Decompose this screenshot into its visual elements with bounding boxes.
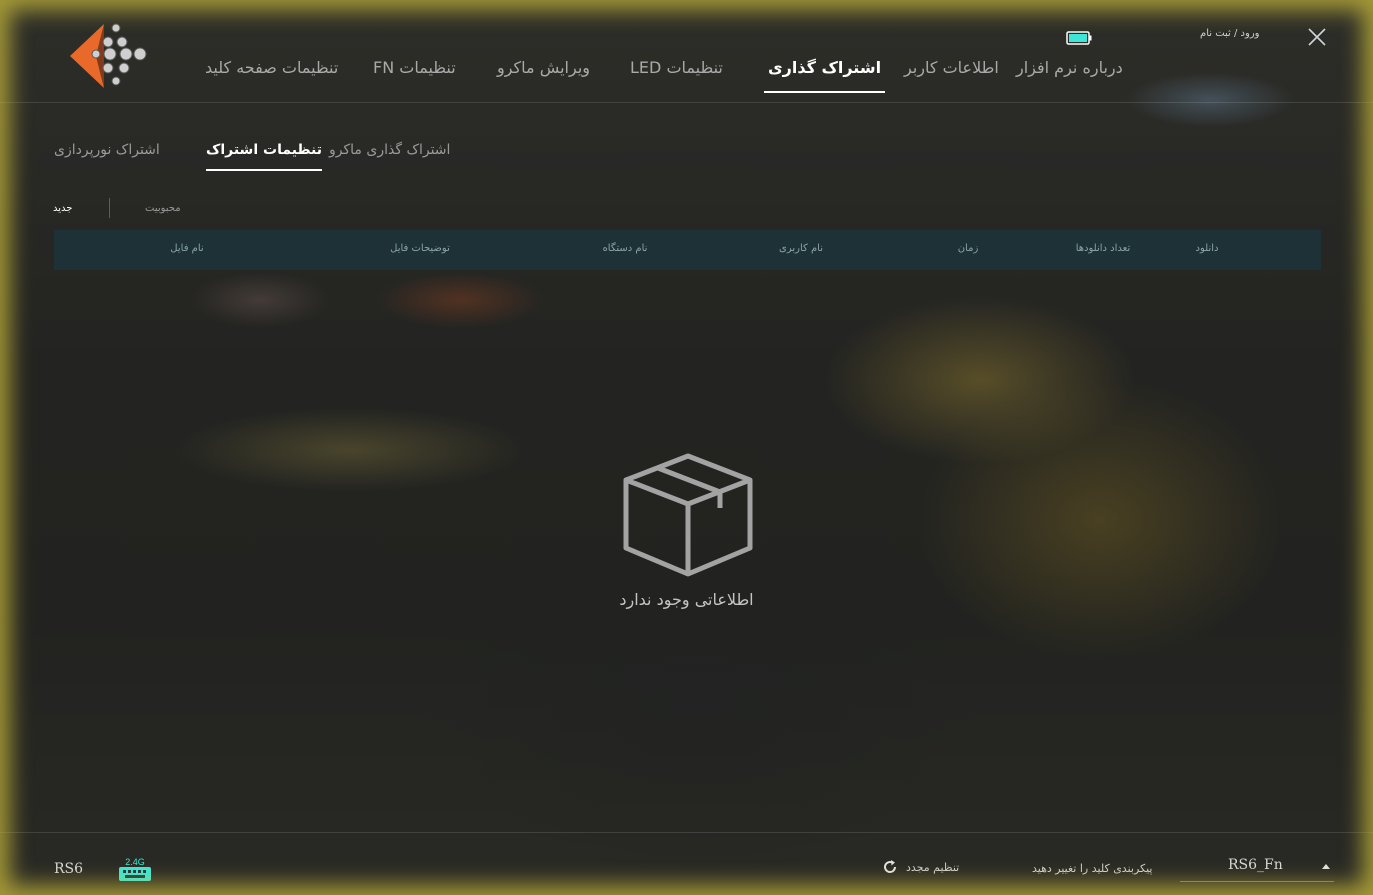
box-icon — [623, 453, 753, 577]
wireless-dongle-icon: 2.4G — [119, 857, 151, 881]
profile-value: RS6_Fn — [1228, 857, 1283, 873]
filter-popular[interactable]: محبوبیت — [145, 203, 181, 214]
table-header: دانلود تعداد دانلودها زمان نام کاربری نا… — [54, 230, 1321, 270]
subtab-macro-sharing[interactable]: اشتراک گذاری ماکرو — [329, 142, 450, 158]
logo-icon — [70, 23, 147, 88]
footer: RS6 2.4G تنظیم مجدد پیکربندی کلید را تغی… — [0, 832, 1373, 895]
column-download-count[interactable]: تعداد دانلودها — [1076, 243, 1131, 254]
column-username[interactable]: نام کاربری — [779, 243, 823, 254]
subtab-lighting-sharing[interactable]: اشتراک نورپردازی — [54, 142, 160, 158]
empty-state-message: اطلاعاتی وجود ندارد — [619, 590, 754, 609]
column-device-name[interactable]: نام دستگاه — [603, 243, 648, 254]
background-overlay — [0, 0, 1373, 895]
tab-led[interactable]: LED تنظیمات — [630, 58, 723, 77]
tab-about[interactable]: درباره نرم افزار — [1016, 58, 1123, 77]
column-file-name[interactable]: نام فایل — [170, 243, 203, 254]
battery-icon — [1066, 31, 1092, 45]
filter-divider — [109, 198, 110, 218]
profile-dropdown[interactable]: RS6_Fn — [1180, 855, 1334, 882]
tab-user-info[interactable]: اطلاعات کاربر — [904, 58, 999, 77]
dongle-label: 2.4G — [125, 857, 145, 867]
tab-macro[interactable]: ویرایش ماکرو — [497, 58, 590, 77]
column-time[interactable]: زمان — [958, 243, 979, 254]
reset-button[interactable]: تنظیم مجدد — [882, 859, 959, 875]
filter-new[interactable]: جدید — [53, 203, 72, 214]
subtab-settings-sharing[interactable]: تنظیمات اشتراک — [206, 142, 323, 171]
tab-keyboard-settings[interactable]: تنظیمات صفحه کلید — [205, 58, 338, 77]
close-icon[interactable] — [1306, 26, 1328, 48]
tab-sharing[interactable]: اشتراک گذاری — [763, 58, 886, 93]
caret-up-icon — [1322, 864, 1330, 869]
login-register-link[interactable]: ورود / ثبت نام — [1200, 28, 1260, 39]
column-file-description[interactable]: توضیحات فایل — [390, 243, 450, 254]
device-name: RS6 — [54, 861, 84, 877]
header: درباره نرم افزار اطلاعات کاربر اشتراک گذ… — [0, 0, 1373, 103]
reset-label: تنظیم مجدد — [906, 860, 960, 874]
column-download[interactable]: دانلود — [1196, 243, 1219, 254]
remap-keys-label: پیکربندی کلید را تغییر دهید — [1032, 862, 1153, 875]
app-window: درباره نرم افزار اطلاعات کاربر اشتراک گذ… — [0, 0, 1373, 895]
refresh-icon — [884, 860, 897, 873]
tab-fn[interactable]: FN تنظیمات — [373, 58, 456, 77]
